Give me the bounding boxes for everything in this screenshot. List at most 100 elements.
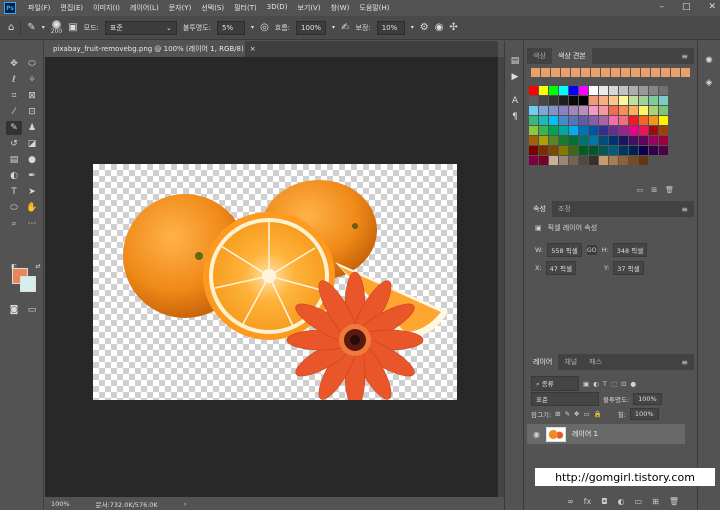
- learn-lightbulb-icon[interactable]: ✺: [703, 55, 715, 67]
- smoothing-field[interactable]: 10%: [376, 20, 405, 35]
- swatch[interactable]: [649, 126, 658, 135]
- recent-swatch[interactable]: [571, 68, 580, 77]
- swatch[interactable]: [529, 156, 538, 165]
- spot-healing-tool-icon[interactable]: ⊡: [24, 105, 40, 119]
- type-tool-icon[interactable]: T: [6, 185, 22, 199]
- swatch[interactable]: [529, 136, 538, 145]
- actions-play-icon[interactable]: ▶: [509, 71, 521, 83]
- swatch[interactable]: [589, 156, 598, 165]
- swatch[interactable]: [539, 156, 548, 165]
- swatch[interactable]: [659, 96, 668, 105]
- swap-colors-icon[interactable]: ⇄: [30, 259, 46, 273]
- swatch[interactable]: [539, 126, 548, 135]
- swatch[interactable]: [549, 156, 558, 165]
- lock-all-icon[interactable]: 🔒: [594, 410, 602, 418]
- swatch[interactable]: [569, 156, 578, 165]
- swatch[interactable]: [589, 136, 598, 145]
- fill-field[interactable]: 100%: [629, 408, 659, 420]
- swatch[interactable]: [539, 146, 548, 155]
- swatch[interactable]: [589, 116, 598, 125]
- swatch[interactable]: [639, 96, 648, 105]
- chevron-down-icon[interactable]: ▾: [251, 24, 254, 31]
- recent-swatch[interactable]: [661, 68, 670, 77]
- swatch[interactable]: [649, 136, 658, 145]
- swatch[interactable]: [569, 86, 578, 95]
- swatch[interactable]: [599, 136, 608, 145]
- brush-preset-picker[interactable]: 200: [51, 20, 62, 35]
- swatch[interactable]: [529, 86, 538, 95]
- swatch[interactable]: [649, 106, 658, 115]
- swatch[interactable]: [559, 146, 568, 155]
- height-field[interactable]: 348 픽셀: [612, 243, 648, 257]
- recent-swatch[interactable]: [611, 68, 620, 77]
- brush-tool-icon[interactable]: ✎: [6, 121, 22, 135]
- swatch[interactable]: [619, 86, 628, 95]
- libraries-icon[interactable]: ◈: [703, 77, 715, 89]
- swatch[interactable]: [589, 146, 598, 155]
- swatch[interactable]: [609, 106, 618, 115]
- flow-field[interactable]: 100%: [296, 20, 327, 35]
- more-tools-icon[interactable]: ⋯: [24, 217, 40, 231]
- swatch[interactable]: [579, 86, 588, 95]
- menu-item[interactable]: 보기(V): [297, 3, 320, 13]
- swatch[interactable]: [539, 86, 548, 95]
- dodge-tool-icon[interactable]: ◐: [6, 169, 22, 183]
- minimize-icon[interactable]: –: [659, 2, 664, 12]
- swatch[interactable]: [559, 116, 568, 125]
- recent-swatch[interactable]: [641, 68, 650, 77]
- symmetry-icon[interactable]: ✣: [449, 22, 457, 33]
- swatch[interactable]: [539, 96, 548, 105]
- filter-smart-icon[interactable]: ⊡: [621, 380, 626, 388]
- swatch[interactable]: [599, 126, 608, 135]
- swatch[interactable]: [539, 106, 548, 115]
- filter-pixel-icon[interactable]: ▣: [583, 380, 589, 388]
- background-color-swatch[interactable]: [20, 276, 36, 292]
- stamp-tool-icon[interactable]: ♟: [24, 121, 40, 135]
- swatch[interactable]: [609, 86, 618, 95]
- swatch[interactable]: [629, 146, 638, 155]
- maximize-icon[interactable]: □: [682, 2, 691, 12]
- pressure-opacity-icon[interactable]: ◎: [260, 22, 269, 33]
- swatch[interactable]: [639, 106, 648, 115]
- document-canvas[interactable]: [93, 164, 457, 400]
- marquee-tool-icon[interactable]: ⬭: [24, 57, 40, 71]
- recent-swatch[interactable]: [561, 68, 570, 77]
- brush-tool-icon[interactable]: ✎: [27, 22, 35, 33]
- y-field[interactable]: 37 픽셀: [613, 261, 644, 275]
- document-tab[interactable]: pixabay_fruit-removebg.png @ 100% (레이어 1…: [45, 41, 256, 57]
- menu-item[interactable]: 3D(D): [267, 3, 288, 13]
- path-select-tool-icon[interactable]: ➤: [24, 185, 40, 199]
- gradient-tool-icon[interactable]: ▤: [6, 153, 22, 167]
- recent-swatch[interactable]: [671, 68, 680, 77]
- smoothing-settings-icon[interactable]: ⚙: [420, 22, 429, 33]
- lasso-tool-icon[interactable]: ℓ: [6, 73, 22, 87]
- eyedropper-tool-icon[interactable]: ⁄: [6, 105, 22, 119]
- swatch[interactable]: [639, 116, 648, 125]
- swatch[interactable]: [529, 146, 538, 155]
- swatch[interactable]: [549, 126, 558, 135]
- new-swatch-icon[interactable]: ⊞: [651, 186, 657, 194]
- opacity-field[interactable]: 5%: [217, 20, 246, 35]
- recent-swatch[interactable]: [591, 68, 600, 77]
- swatch[interactable]: [639, 146, 648, 155]
- swatch[interactable]: [639, 126, 648, 135]
- screen-mode-icon[interactable]: ▭: [24, 303, 40, 317]
- swatch[interactable]: [559, 126, 568, 135]
- swatch[interactable]: [569, 116, 578, 125]
- swatch[interactable]: [659, 126, 668, 135]
- swatch[interactable]: [589, 86, 598, 95]
- fx-icon[interactable]: fx: [584, 497, 592, 506]
- tab-channels[interactable]: 채널: [558, 354, 583, 370]
- pressure-size-icon[interactable]: ◉: [435, 22, 444, 33]
- swatch[interactable]: [549, 96, 558, 105]
- menu-item[interactable]: 파일(F): [28, 3, 50, 13]
- swatch[interactable]: [619, 136, 628, 145]
- recent-swatch[interactable]: [631, 68, 640, 77]
- blend-mode-select[interactable]: 표준: [531, 392, 599, 406]
- swatch[interactable]: [549, 106, 558, 115]
- tab-properties[interactable]: 속성: [527, 201, 552, 217]
- brush-settings-icon[interactable]: ▣: [68, 22, 77, 33]
- blur-tool-icon[interactable]: ●: [24, 153, 40, 167]
- swatch[interactable]: [529, 116, 538, 125]
- menu-item[interactable]: 이미지(I): [93, 3, 120, 13]
